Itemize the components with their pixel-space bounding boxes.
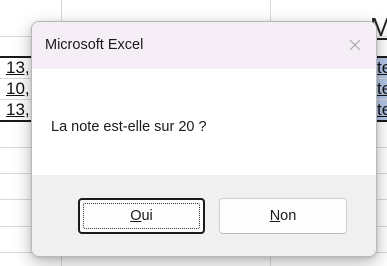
accelerator-key: O	[130, 208, 142, 224]
dialog-content: La note est-elle sur 20 ?	[32, 69, 376, 175]
accelerator-key: N	[269, 208, 281, 224]
dialog-title: Microsoft Excel	[45, 37, 144, 53]
cell-value: 13,	[6, 100, 30, 119]
cell-value: te	[377, 58, 387, 77]
cell-value: te	[377, 100, 387, 119]
close-icon	[349, 39, 361, 51]
yes-button-label: Oui	[130, 208, 153, 224]
close-button[interactable]	[340, 31, 370, 59]
cell-value: 10,	[6, 79, 30, 98]
cell-value: te	[377, 79, 387, 98]
dialog-message: La note est-elle sur 20 ?	[51, 119, 207, 135]
cell-value: 13,	[6, 58, 30, 77]
dialog-button-bar: Oui Non	[32, 175, 376, 256]
label-rest: ui	[141, 208, 153, 224]
no-button-label: Non	[270, 208, 297, 224]
label-rest: on	[280, 208, 297, 224]
no-button[interactable]: Non	[219, 198, 347, 234]
dialog-titlebar[interactable]: Microsoft Excel	[32, 22, 376, 69]
yes-button[interactable]: Oui	[78, 198, 205, 234]
message-box-dialog: Microsoft Excel La note est-elle sur 20 …	[31, 21, 377, 257]
